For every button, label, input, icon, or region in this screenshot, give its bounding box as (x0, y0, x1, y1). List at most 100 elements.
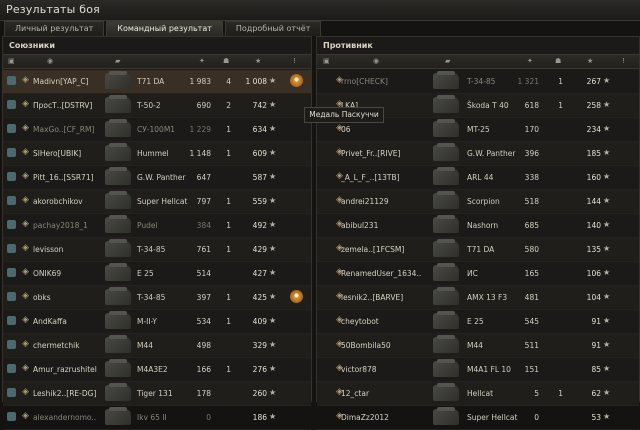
tank-icon (433, 95, 459, 113)
player-row[interactable]: ◈ alexandernomo.. Ikv 65 II 0 186 ★ (3, 406, 311, 430)
tab-detailed-report[interactable]: Подробный отчёт (224, 21, 322, 36)
tank-name: Hummel (137, 149, 169, 158)
achievement-icon: ◈ (22, 123, 29, 133)
player-column-icon[interactable]: ◉ (373, 57, 379, 65)
player-row[interactable]: ◈ levisson T-34-85 761 1 429 ★ (3, 238, 311, 262)
player-row[interactable]: ◈ ПросТ..[DSTRV] T-50-2 690 2 742 ★ (3, 94, 311, 118)
player-name: Amur_razrushitel (33, 365, 97, 374)
player-row[interactable]: ◈ 12_ctar Hellcat 5 1 62 ★ (317, 382, 639, 406)
medal-icon[interactable]: ✹ (290, 74, 303, 87)
tank-icon (105, 335, 131, 353)
tank-column-icon[interactable]: ▰ (115, 57, 120, 65)
star-icon: ★ (603, 316, 611, 325)
player-row[interactable]: ◈ rrno[CHECK] T-34-85 1 321 1 267 ★ (317, 70, 639, 94)
damage-value: 178 (196, 389, 211, 398)
tank-column-icon[interactable]: ▰ (445, 57, 450, 65)
player-name: Madivn[YAP_C] (33, 77, 89, 86)
star-icon: ★ (603, 220, 611, 229)
tank-name: ARL 44 (467, 173, 494, 182)
kills-column-icon[interactable]: ☗ (223, 57, 229, 65)
player-row[interactable]: ◈ DimaZz2012 Super Hellcat 0 53 ★ (317, 406, 639, 430)
platoon-icon (7, 244, 16, 253)
medals-column-icon[interactable]: ! (293, 57, 296, 65)
player-row[interactable]: ◈ ONIK69 E 25 514 427 ★ (3, 262, 311, 286)
player-name: DimaZz2012 (341, 413, 389, 422)
tank-icon (105, 287, 131, 305)
kills-column-icon[interactable]: ☗ (555, 57, 561, 65)
player-row[interactable]: ◈ SlHero[UBIK] Hummel 1 148 1 609 ★ (3, 142, 311, 166)
medals-column-icon[interactable]: ! (622, 57, 625, 65)
tank-name: M-II-Y (137, 317, 157, 326)
player-row[interactable]: ◈ Leshik2..[RE-DG] Tiger 131 178 260 ★ (3, 382, 311, 406)
star-icon: ★ (603, 196, 611, 205)
platoon-icon (7, 148, 16, 157)
xp-value: 135 (586, 245, 601, 254)
player-row[interactable]: ◈ pachay2018_1 Pudel 384 1 492 ★ (3, 214, 311, 238)
tank-icon (105, 71, 131, 89)
tab-team-result[interactable]: Командный результат (106, 21, 223, 36)
xp-value: 91 (591, 341, 601, 350)
xp-column-icon[interactable]: ★ (587, 57, 593, 65)
xp-value: 492 (252, 221, 267, 230)
achievement-icon: ◈ (22, 291, 29, 301)
player-name: RenamedUser_1634.. (341, 269, 422, 278)
player-row[interactable]: ◈ abibul231 Nashorn 685 140 ★ (317, 214, 639, 238)
player-row[interactable]: ◈ RenamedUser_1634.. ИС 165 106 ★ (317, 262, 639, 286)
platoon-column-icon[interactable]: ▣ (323, 57, 330, 65)
player-row[interactable]: ◈ MaxGo..[CF_RM] СУ-100М1 1 229 1 634 ★ (3, 118, 311, 142)
tab-personal-result[interactable]: Личный результат (4, 21, 105, 36)
star-icon: ★ (269, 388, 277, 397)
tank-icon (105, 239, 131, 257)
medal-icon[interactable]: ✹ (290, 290, 303, 303)
enemies-panel: Противник ▣ ◉ ▰ ✦ ☗ ★ ! ◈ rrno[CHECK] T-34… (316, 36, 640, 430)
damage-value: 545 (524, 317, 539, 326)
platoon-column-icon[interactable]: ▣ (8, 57, 15, 65)
player-row[interactable]: ◈ Amur_razrushitel M4A3E2 166 1 276 ★ (3, 358, 311, 382)
tank-name: T71 DA (137, 77, 165, 86)
star-icon: ★ (603, 364, 611, 373)
player-row[interactable]: ◈ obks T-34-85 397 1 425 ★ ✹ (3, 286, 311, 310)
player-row[interactable]: ◈ akorobchikov Super Hellcat 797 1 559 ★ (3, 190, 311, 214)
player-row[interactable]: ◈ Madivn[YAP_C] T71 DA 1 983 4 1 008 ★ ✹ (3, 70, 311, 94)
star-icon: ★ (603, 292, 611, 301)
damage-value: 761 (196, 245, 211, 254)
player-row[interactable]: ◈ victor878 M4A1 FL 10 151 85 ★ (317, 358, 639, 382)
damage-column-icon[interactable]: ✦ (199, 57, 205, 65)
kills-value: 1 (226, 125, 231, 134)
player-row[interactable]: ◈ zemela..[1FCSM] T71 DA 580 135 ★ (317, 238, 639, 262)
damage-column-icon[interactable]: ✦ (527, 57, 533, 65)
xp-value: 742 (252, 101, 267, 110)
player-row[interactable]: ◈ lesnik2..[BARVE] AMX 13 F3 481 104 ★ (317, 286, 639, 310)
player-row[interactable]: ◈ _A_L_F_..[13TB] ARL 44 338 160 ★ (317, 166, 639, 190)
player-row[interactable]: ◈ 50Bombila50 M44 511 91 ★ (317, 334, 639, 358)
player-row[interactable]: ◈ AndKaffa M-II-Y 534 1 409 ★ (3, 310, 311, 334)
platoon-icon (7, 412, 16, 421)
tank-name: T-34-85 (137, 293, 166, 302)
star-icon: ★ (603, 244, 611, 253)
player-row[interactable]: ◈ chermetchik M44 498 329 ★ (3, 334, 311, 358)
enemies-header: ▣ ◉ ▰ ✦ ☗ ★ ! (317, 54, 639, 69)
kills-value: 1 (226, 245, 231, 254)
xp-column-icon[interactable]: ★ (255, 57, 261, 65)
player-row[interactable]: ◈ Privet_Fr..[RIVE] G.W. Panther 396 185 ★ (317, 142, 639, 166)
tank-icon (433, 191, 459, 209)
player-row[interactable]: ◈ Pitt_16..[SSR71] G.W. Panther 647 587 ★ (3, 166, 311, 190)
star-icon: ★ (269, 268, 277, 277)
player-column-icon[interactable]: ◉ (47, 57, 53, 65)
damage-value: 498 (196, 341, 211, 350)
player-name: Pitt_16..[SSR71] (33, 173, 94, 182)
tank-name: Nashorn (467, 221, 499, 230)
enemies-list: ◈ rrno[CHECK] T-34-85 1 321 1 267 ★ ◈ LKA] Škoda … (317, 70, 639, 430)
platoon-icon (7, 196, 16, 205)
xp-value: 609 (252, 149, 267, 158)
player-row[interactable]: ◈ andrei21129 Scorpion 518 144 ★ (317, 190, 639, 214)
xp-value: 234 (586, 125, 601, 134)
star-icon: ★ (269, 76, 277, 85)
star-icon: ★ (269, 412, 277, 421)
player-row[interactable]: ◈ cheytobot E 25 545 91 ★ (317, 310, 639, 334)
tank-name: Super Hellcat (467, 413, 518, 422)
xp-value: 53 (591, 413, 601, 422)
tank-name: T-50-2 (137, 101, 161, 110)
tank-name: Scorpion (467, 197, 500, 206)
tank-name: AMX 13 F3 (467, 293, 508, 302)
